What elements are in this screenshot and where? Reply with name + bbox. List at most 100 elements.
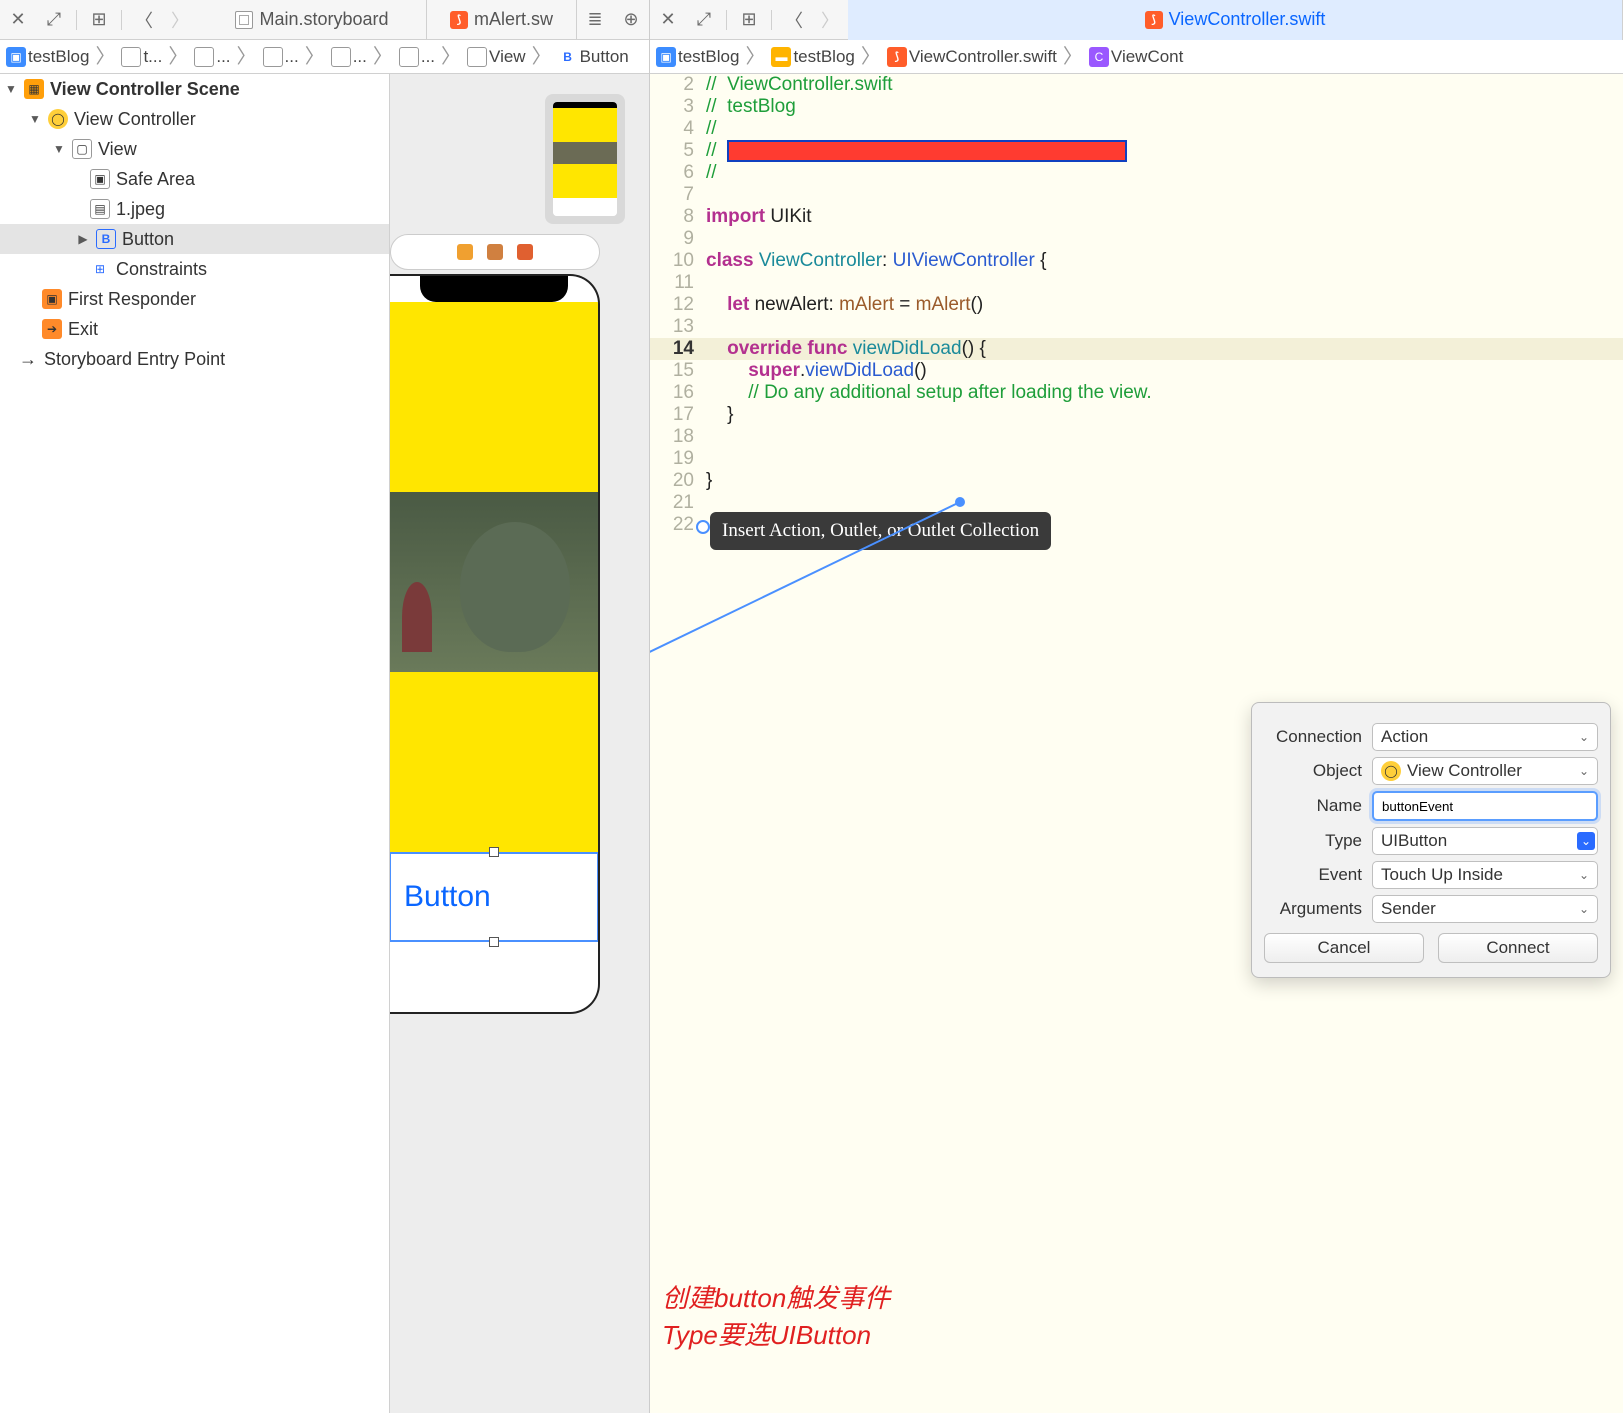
right-toolbar: ✕ ⤢ ⊞ 〈 〉 ⟆ ViewController.swift: [650, 0, 1623, 40]
button-icon: B: [96, 229, 116, 249]
label-connection: Connection: [1264, 727, 1362, 747]
crumb[interactable]: ViewController.swift: [909, 47, 1057, 67]
expand-icon[interactable]: ⤢: [688, 6, 720, 34]
nav-forward-icon[interactable]: 〉: [814, 6, 846, 34]
crumb[interactable]: testBlog: [793, 47, 854, 67]
outline-viewcontroller[interactable]: ▼ ◯ View Controller: [0, 104, 389, 134]
project-icon: ▣: [6, 47, 26, 67]
crumb[interactable]: t...: [143, 47, 162, 67]
code: =: [894, 294, 916, 315]
project-icon: ▣: [656, 47, 676, 67]
close-icon[interactable]: ✕: [2, 6, 34, 34]
canvas-view-bg[interactable]: [390, 302, 598, 492]
view-icon: ▢: [72, 139, 92, 159]
crumb[interactable]: testBlog: [28, 47, 89, 67]
disclosure-icon[interactable]: ▼: [4, 82, 18, 96]
canvas-view-bg[interactable]: [390, 672, 598, 852]
device-mock[interactable]: Button: [390, 274, 600, 1014]
ib-canvas[interactable]: Button: [390, 74, 649, 1413]
adjust-editor-icon[interactable]: ≣: [579, 6, 611, 34]
disclosure-icon[interactable]: ▼: [52, 142, 66, 156]
object-select[interactable]: ◯View Controller⌄: [1372, 757, 1598, 785]
vc-dock[interactable]: [390, 234, 600, 270]
select-value: View Controller: [1407, 761, 1522, 781]
resize-handle[interactable]: [489, 847, 499, 857]
kw: let: [727, 294, 749, 315]
outline-label: Constraints: [116, 259, 207, 280]
outline-constraints[interactable]: ⊞ Constraints: [0, 254, 389, 284]
arrow-icon: →: [18, 349, 38, 370]
swift-icon: ⟆: [450, 11, 468, 29]
left-toolbar: ✕ ⤢ ⊞ 〈 〉 Main.storyboard ⟆ mAlert.sw ≣ …: [0, 0, 649, 40]
event-select[interactable]: Touch Up Inside⌄: [1372, 861, 1598, 889]
outline-button[interactable]: ▶ B Button: [0, 224, 389, 254]
outline-image[interactable]: ▤ 1.jpeg: [0, 194, 389, 224]
left-breadcrumb[interactable]: ▣ testBlog〉 t...〉 ...〉 ...〉 ...〉 ...〉 Vi…: [0, 40, 649, 74]
name-input[interactable]: [1372, 791, 1598, 821]
canvas-button-label: Button: [404, 880, 491, 914]
outline-label: Safe Area: [116, 169, 195, 190]
crumb[interactable]: testBlog: [678, 47, 739, 67]
expand-icon[interactable]: ⤢: [38, 6, 70, 34]
constraints-icon: ⊞: [90, 259, 110, 279]
tab-malert[interactable]: ⟆ mAlert.sw: [427, 0, 577, 40]
canvas-image[interactable]: [390, 492, 598, 672]
split-editor-icon[interactable]: ⊕: [615, 6, 647, 34]
crumb[interactable]: ...: [353, 47, 367, 67]
tab-main-storyboard[interactable]: Main.storyboard: [198, 0, 427, 40]
file-icon: [194, 47, 214, 67]
code: newAlert:: [749, 294, 839, 315]
select-value: UIButton: [1381, 831, 1447, 851]
swift-icon: ⟆: [887, 47, 907, 67]
connect-button[interactable]: Connect: [1438, 933, 1598, 963]
label-event: Event: [1264, 865, 1362, 885]
code: //: [706, 140, 727, 161]
code: viewDidLoad: [805, 360, 914, 381]
nav-back-icon[interactable]: 〈: [778, 6, 810, 34]
grid-icon[interactable]: ⊞: [83, 6, 115, 34]
crumb[interactable]: ...: [421, 47, 435, 67]
outline-firstresponder[interactable]: ▣ First Responder: [0, 284, 389, 314]
type-select[interactable]: UIButton⌄: [1372, 827, 1598, 855]
chevron-icon: ⌄: [1579, 902, 1589, 916]
crumb[interactable]: ...: [285, 47, 299, 67]
code: // testBlog: [706, 96, 796, 118]
crumb[interactable]: View: [489, 47, 526, 67]
crumb[interactable]: ...: [216, 47, 230, 67]
code-editor[interactable]: 2// ViewController.swift 3// testBlog 4/…: [650, 74, 1623, 1413]
nav-forward-icon[interactable]: 〉: [164, 6, 196, 34]
annotation-line: 创建button触发事件: [662, 1280, 890, 1316]
view-icon: [467, 47, 487, 67]
nav-back-icon[interactable]: 〈: [128, 6, 160, 34]
code: {: [1035, 250, 1047, 271]
disclosure-icon[interactable]: ▶: [76, 232, 90, 246]
crumb[interactable]: Button: [580, 47, 629, 67]
outline-label: Button: [122, 229, 174, 250]
minimap-phone: [553, 102, 617, 216]
code: //: [706, 118, 717, 140]
minimap[interactable]: [545, 94, 625, 224]
document-outline[interactable]: ▼ ▦ View Controller Scene ▼ ◯ View Contr…: [0, 74, 390, 1413]
right-breadcrumb[interactable]: ▣ testBlog〉 ▬ testBlog〉 ⟆ ViewController…: [650, 40, 1623, 74]
kw: import: [706, 206, 765, 227]
close-icon[interactable]: ✕: [652, 6, 684, 34]
connection-select[interactable]: Action⌄: [1372, 723, 1598, 751]
disclosure-icon[interactable]: ▼: [28, 112, 42, 126]
outline-view[interactable]: ▼ ▢ View: [0, 134, 389, 164]
crumb[interactable]: ViewCont: [1111, 47, 1183, 67]
outline-entrypoint[interactable]: → Storyboard Entry Point: [0, 344, 389, 374]
exit-icon: ➔: [42, 319, 62, 339]
arguments-select[interactable]: Sender⌄: [1372, 895, 1598, 923]
code: mAlert: [839, 294, 894, 315]
canvas-button[interactable]: Button: [390, 852, 598, 942]
folder-icon: [121, 47, 141, 67]
grid-icon[interactable]: ⊞: [733, 6, 765, 34]
chevron-icon: ⌄: [1579, 868, 1589, 882]
outline-exit[interactable]: ➔ Exit: [0, 314, 389, 344]
select-value: Action: [1381, 727, 1428, 747]
outline-scene[interactable]: ▼ ▦ View Controller Scene: [0, 74, 389, 104]
tab-viewcontroller[interactable]: ⟆ ViewController.swift: [848, 0, 1623, 40]
cancel-button[interactable]: Cancel: [1264, 933, 1424, 963]
resize-handle[interactable]: [489, 937, 499, 947]
outline-safearea[interactable]: ▣ Safe Area: [0, 164, 389, 194]
